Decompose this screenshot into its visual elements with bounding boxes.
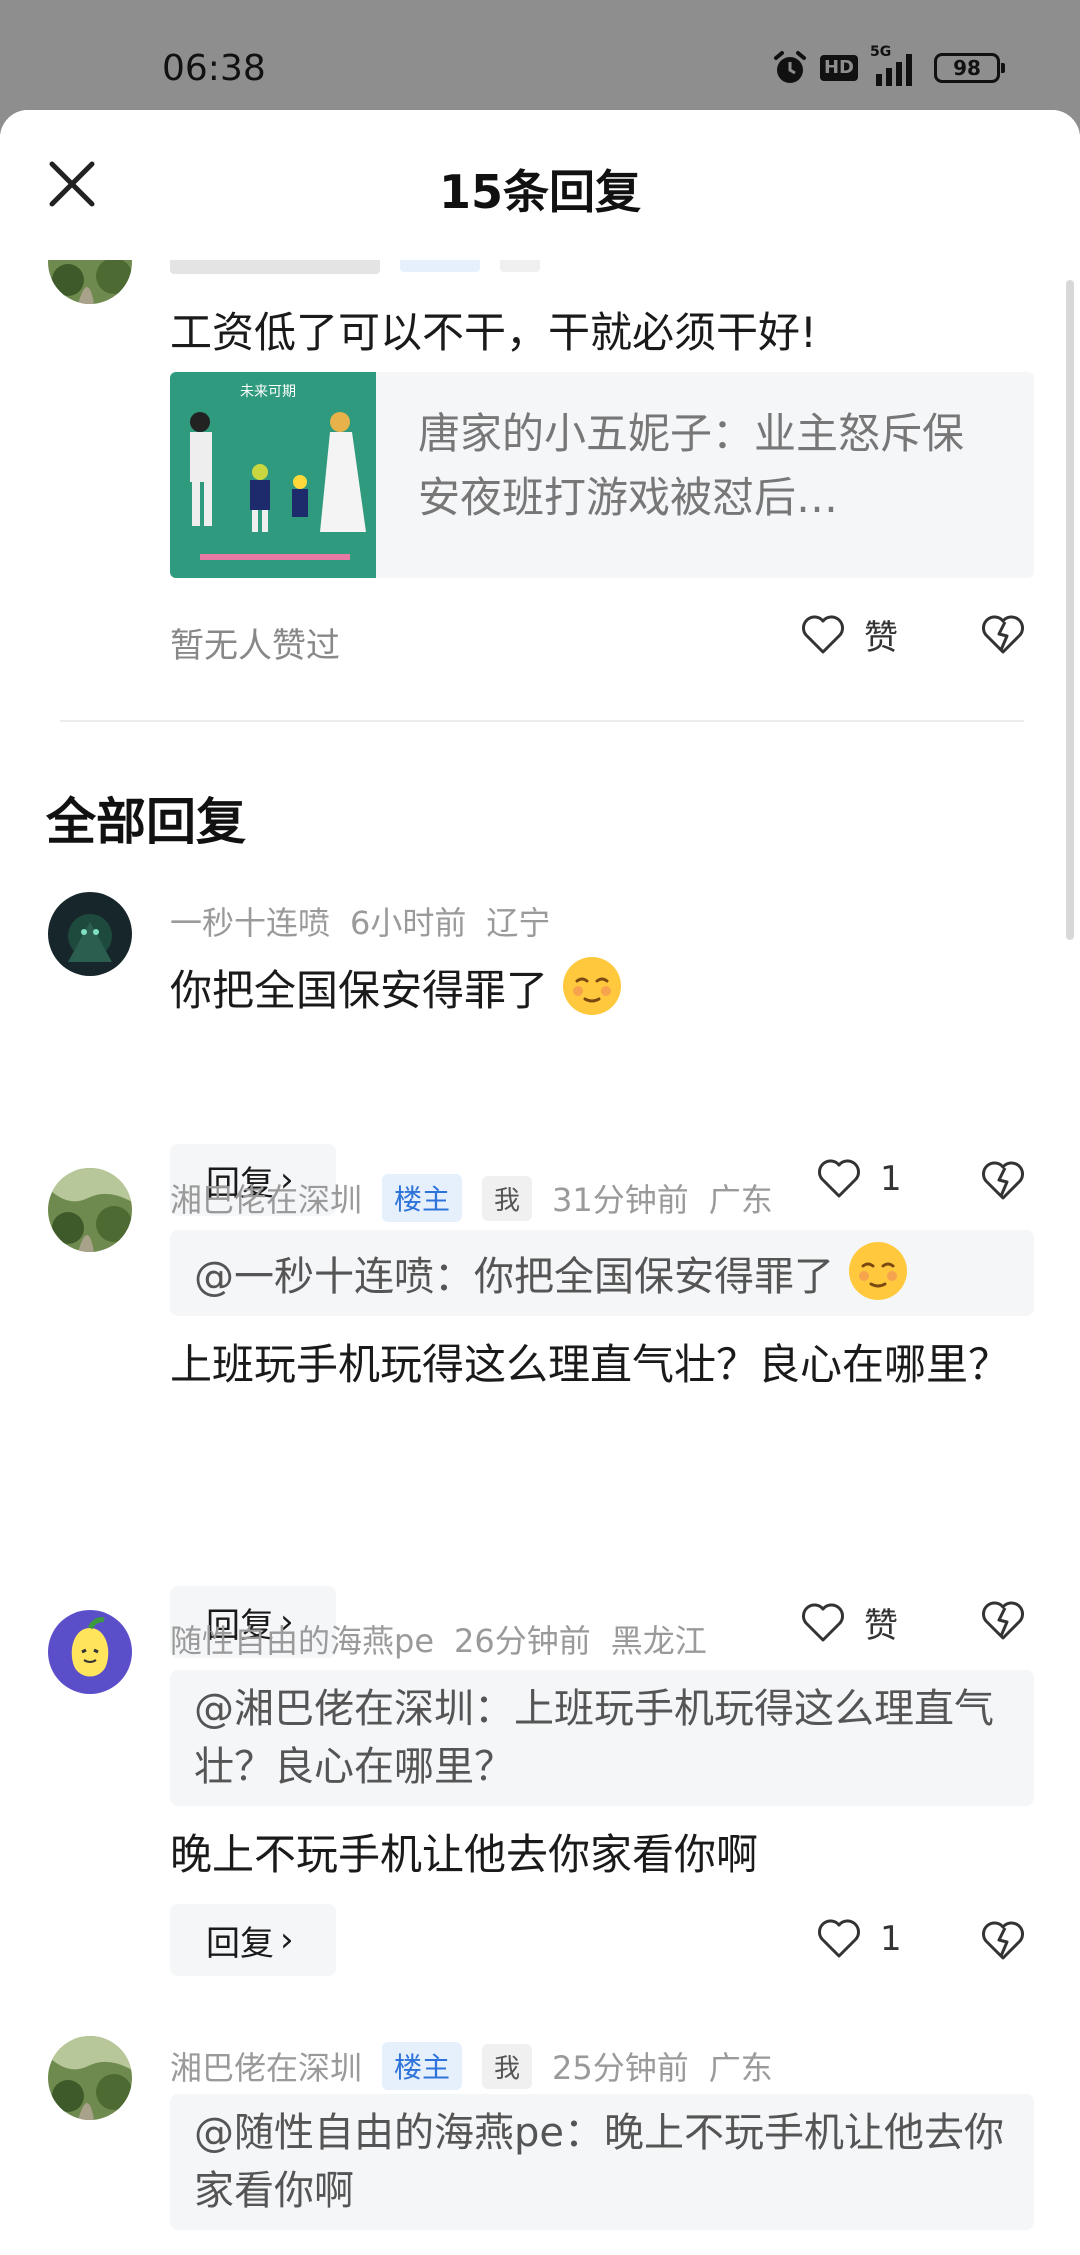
battery-icon: 98 xyxy=(934,53,1005,83)
quoted-reply[interactable]: @一秒十连喷：你把全国保安得罪了 xyxy=(170,1230,1034,1316)
location: 广东 xyxy=(708,2049,773,2087)
dislike-icon[interactable] xyxy=(980,614,1026,656)
reply-meta: 湘巴佬在深圳 楼主 我 25分钟前 广东 xyxy=(170,2042,773,2090)
avatar[interactable] xyxy=(48,1610,132,1694)
chevron-right-icon: › xyxy=(280,1920,294,1960)
sheet-header: 15条回复 xyxy=(0,110,1080,260)
alarm-icon xyxy=(773,51,806,83)
dislike-icon[interactable] xyxy=(980,1600,1026,1642)
quoted-reply[interactable]: @随性自由的海燕pe：晚上不玩手机让他去你家看你啊 xyxy=(170,2094,1034,2230)
svg-text:未来可期: 未来可期 xyxy=(240,384,296,400)
avatar[interactable] xyxy=(48,892,132,976)
like-label: 赞 xyxy=(864,1606,898,1646)
me-badge: 我 xyxy=(482,2043,533,2089)
reply-meta: 湘巴佬在深圳 楼主 我 31分钟前 广东 xyxy=(170,1174,773,1222)
like-label: 赞 xyxy=(864,618,898,658)
no-likes-text: 暂无人赞过 xyxy=(170,626,340,666)
like-button[interactable]: 赞 xyxy=(800,610,898,659)
owner-badge: 楼主 xyxy=(382,2042,463,2090)
link-card[interactable]: 未来可期 唐家的小五妮子：业主怒斥保安夜班打游戏被怼后… xyxy=(170,372,1034,578)
comment-text: 工资低了可以不干，干就必须干好! xyxy=(170,308,817,357)
username[interactable]: 随性自由的海燕pe xyxy=(170,1616,434,1662)
dislike-icon[interactable] xyxy=(980,1920,1026,1962)
username[interactable]: 一秒十连喷 xyxy=(170,898,330,944)
like-button[interactable]: 1 xyxy=(816,1158,902,1200)
heart-icon xyxy=(818,1919,860,1958)
reply-button[interactable]: 回复 › xyxy=(170,1904,336,1976)
avatar[interactable] xyxy=(48,1168,132,1252)
divider xyxy=(60,720,1024,722)
relieved-emoji-icon xyxy=(848,1242,907,1300)
timestamp: 6小时前 xyxy=(350,904,467,942)
link-thumbnail: 未来可期 xyxy=(170,372,376,578)
like-button[interactable]: 1 xyxy=(816,1918,902,1960)
location: 辽宁 xyxy=(486,904,551,942)
reply-meta: 随性自由的海燕pe 26分钟前 黑龙江 xyxy=(170,1616,707,1662)
heart-icon xyxy=(802,1603,844,1641)
section-title: 全部回复 xyxy=(46,793,246,851)
relieved-emoji-icon xyxy=(563,957,622,1015)
timestamp: 25分钟前 xyxy=(552,2049,689,2087)
replies-sheet: 15条回复 工资低了可以不干，干就必须干好! 未来可期 唐家的小五妮子：业主怒斥… xyxy=(0,110,1080,2255)
location: 黑龙江 xyxy=(610,1622,707,1660)
hd-icon: HD xyxy=(819,55,858,81)
status-bar: 06:38 HD 5G 98 xyxy=(0,0,1080,110)
owner-badge: 楼主 xyxy=(382,1174,463,1222)
comment-meta-partial xyxy=(170,258,790,284)
link-title: 唐家的小五妮子：业主怒斥保安夜班打游戏被怼后… xyxy=(418,409,965,522)
page-title: 15条回复 xyxy=(438,165,641,219)
heart-icon xyxy=(802,615,844,653)
timestamp: 31分钟前 xyxy=(552,1181,689,1219)
scrollbar[interactable] xyxy=(1066,280,1074,940)
quoted-reply[interactable]: @湘巴佬在深圳：上班玩手机玩得这么理直气壮？良心在哪里？ xyxy=(170,1670,1034,1806)
me-badge: 我 xyxy=(482,1175,533,1221)
status-time: 06:38 xyxy=(162,48,266,89)
reply-meta: 一秒十连喷 6小时前 辽宁 xyxy=(170,898,550,944)
location: 广东 xyxy=(708,1181,773,1219)
heart-icon xyxy=(818,1159,860,1198)
reply-text: 上班玩手机玩得这么理直气壮？良心在哪里？ xyxy=(170,1340,1011,1389)
dislike-icon[interactable] xyxy=(980,1160,1026,1202)
signal-icon: 5G xyxy=(870,44,922,86)
status-icons: HD 5G 98 xyxy=(772,44,1005,88)
like-count: 1 xyxy=(880,1919,902,1959)
username[interactable]: 湘巴佬在深圳 xyxy=(170,2043,362,2089)
timestamp: 26分钟前 xyxy=(454,1622,591,1660)
avatar[interactable] xyxy=(48,2036,132,2120)
reply-text: 你把全国保安得罪了 xyxy=(170,955,1040,1024)
like-count: 1 xyxy=(880,1159,902,1199)
like-button[interactable]: 赞 xyxy=(800,1598,898,1647)
reply-text: 晚上不玩手机让他去你家看你啊 xyxy=(170,1830,759,1879)
username[interactable]: 湘巴佬在深圳 xyxy=(170,1175,362,1221)
